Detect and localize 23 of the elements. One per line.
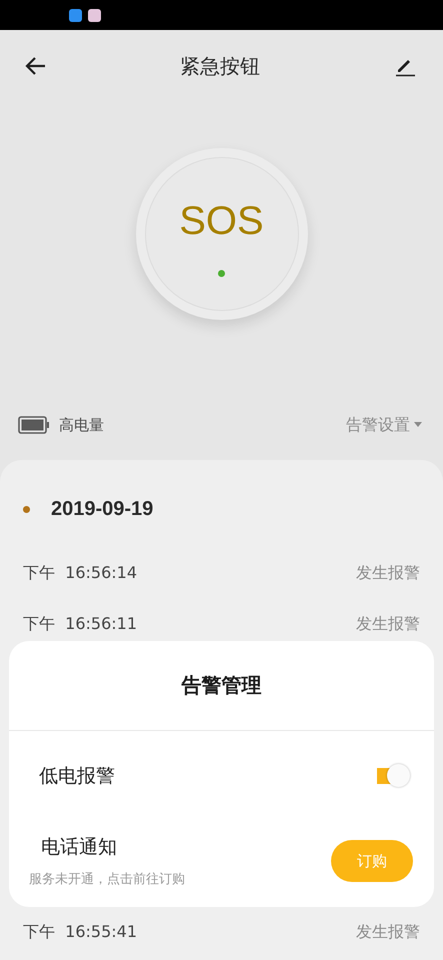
record-time: 下午 16:55:41 bbox=[23, 922, 138, 943]
record-time: 下午 16:56:11 bbox=[23, 614, 138, 635]
app-icon bbox=[88, 8, 101, 22]
subscribe-button[interactable]: 订购 bbox=[331, 840, 413, 882]
date-heading: 2019-09-19 bbox=[51, 498, 154, 520]
record-event: 发生报警 bbox=[356, 614, 420, 635]
date-dot bbox=[23, 506, 30, 512]
battery-level-label: 高电量 bbox=[59, 416, 105, 434]
alarm-settings-dropdown[interactable]: 告警设置 bbox=[346, 414, 422, 436]
setting-hint: 服务未开通，点击前往订购 bbox=[29, 871, 185, 888]
record-time: 下午 16:56:14 bbox=[23, 563, 138, 584]
setting-label: 电话通知 bbox=[41, 835, 118, 860]
page-title: 紧急按钮 bbox=[180, 52, 260, 80]
caret-icon bbox=[414, 422, 422, 428]
record-event: 发生报警 bbox=[356, 563, 420, 584]
battery-icon bbox=[18, 416, 50, 434]
status-dot bbox=[218, 270, 225, 277]
back-arrow-icon[interactable] bbox=[24, 56, 46, 76]
app-icon bbox=[69, 8, 82, 22]
record-event: 发生报警 bbox=[356, 922, 420, 943]
sos-button[interactable]: SOS bbox=[136, 148, 308, 320]
dialog-title: 告警管理 bbox=[9, 641, 434, 731]
setting-label: 低电报警 bbox=[39, 764, 115, 789]
